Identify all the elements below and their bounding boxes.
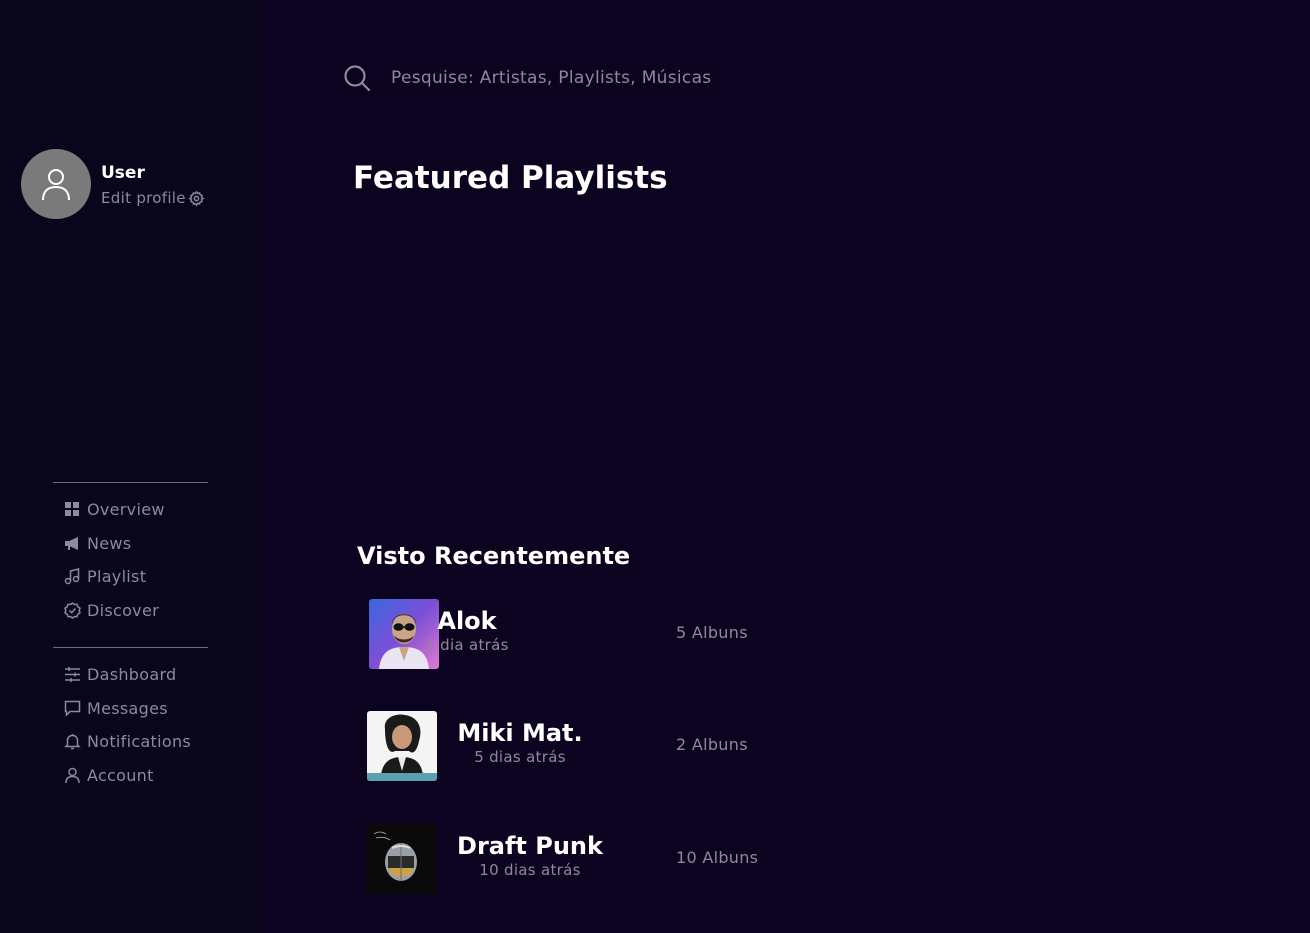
artist-albums: 5 Albuns [676, 623, 748, 642]
nav-item-news[interactable]: News [64, 534, 131, 553]
nav-item-label: Account [87, 766, 154, 785]
nav-item-messages[interactable]: Messages [64, 699, 168, 718]
artist-info: Draft Punk 10 dias atrás [445, 832, 615, 880]
bell-icon [64, 734, 81, 750]
nav-item-label: Notifications [87, 732, 192, 751]
artist-info: Miki Mat. 5 dias atrás [435, 719, 605, 767]
main-content: Featured Playlists Visto Recentemente [263, 0, 1310, 933]
chat-icon [64, 700, 81, 717]
nav-item-label: Messages [87, 699, 168, 718]
edit-profile-link[interactable]: Edit profile [101, 189, 205, 207]
nav-item-discover[interactable]: Discover [64, 601, 159, 620]
artist-info: Alok 1 dia atrás [382, 607, 552, 655]
sliders-icon [65, 667, 80, 682]
nav-item-playlist[interactable]: Playlist [64, 567, 146, 586]
artist-time: 1 dia atrás [425, 636, 509, 654]
user-name: User [101, 163, 145, 183]
edit-profile-label: Edit profile [101, 189, 186, 207]
nav-item-account[interactable]: Account [64, 766, 154, 785]
recent-item-alok[interactable]: Alok 1 dia atrás 5 Albuns [366, 599, 786, 671]
artist-thumbnail [366, 824, 436, 894]
nav-item-label: Overview [87, 500, 165, 519]
artist-thumbnail [367, 711, 437, 781]
search-bar[interactable] [343, 64, 813, 92]
nav-item-label: Discover [87, 601, 159, 620]
nav-item-label: Playlist [87, 567, 147, 586]
nav-divider-bottom [53, 647, 208, 648]
recent-item-draft-punk[interactable]: Draft Punk 10 dias atrás 10 Albuns [366, 824, 786, 896]
recent-item-miki[interactable]: Miki Mat. 5 dias atrás 2 Albuns [366, 711, 786, 783]
nav-item-overview[interactable]: Overview [64, 500, 165, 519]
nav-item-notifications[interactable]: Notifications [64, 732, 191, 751]
artist-time: 5 dias atrás [474, 748, 566, 766]
avatar[interactable] [21, 149, 91, 219]
featured-playlists-title: Featured Playlists [353, 160, 668, 196]
nav-item-dashboard[interactable]: Dashboard [64, 665, 177, 684]
user-icon [42, 169, 70, 201]
artist-albums: 2 Albuns [676, 735, 748, 754]
gear-icon [188, 190, 205, 207]
artist-name: Alok [437, 607, 497, 635]
search-input[interactable] [389, 67, 813, 89]
artist-name: Draft Punk [457, 832, 603, 860]
compass-check-icon [64, 602, 81, 619]
sidebar: User Edit profile Overview News Playlist [0, 0, 263, 933]
search-icon[interactable] [343, 64, 371, 92]
grid-icon [65, 502, 79, 516]
nav-item-label: Dashboard [87, 665, 177, 684]
nav-item-label: News [87, 534, 132, 553]
music-note-icon [64, 568, 80, 585]
nav-divider-top [53, 482, 208, 483]
artist-name: Miki Mat. [457, 719, 583, 747]
person-icon [65, 767, 80, 784]
artist-albums: 10 Albuns [676, 848, 759, 867]
megaphone-icon [65, 537, 78, 550]
recent-title: Visto Recentemente [357, 542, 631, 570]
artist-time: 10 dias atrás [479, 861, 581, 879]
